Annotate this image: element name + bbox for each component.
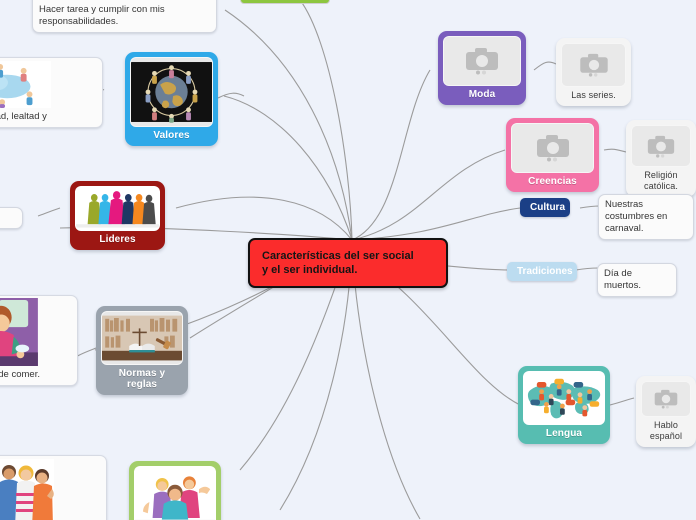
honestidad-image — [0, 61, 52, 108]
moda-image-placeholder — [443, 36, 521, 86]
node-mis[interactable]: mis — [0, 207, 23, 229]
valores-label: Valores — [153, 130, 190, 141]
normas-label: Normas y reglas — [118, 368, 166, 390]
comer-image — [0, 298, 39, 366]
node-valores[interactable]: Valores — [125, 52, 218, 146]
lideres-image — [75, 186, 160, 231]
node-hacer-tarea[interactable]: Hacer tarea y cumplir con mis responsabi… — [32, 0, 217, 33]
normas-image — [101, 311, 183, 365]
moda-label: Moda — [468, 89, 496, 100]
series-image-placeholder — [561, 43, 626, 87]
node-hablo-espanol[interactable]: Hablo español — [636, 376, 696, 447]
root-line-2: y el ser individual. — [262, 264, 358, 276]
node-creencias[interactable]: Creencias — [506, 118, 599, 192]
cultura-label: Cultura — [530, 202, 565, 213]
familia-image — [134, 466, 216, 520]
root-node[interactable]: Características del ser social y el ser … — [248, 238, 448, 288]
node-familia[interactable] — [129, 461, 221, 520]
node-lideres[interactable]: Lideres — [70, 181, 165, 250]
camera-icon — [647, 135, 675, 158]
root-line-1: Características del ser social — [262, 250, 414, 262]
tarea-line-2: responsabilidades. — [39, 16, 119, 27]
tradiciones-label: Tradiciones — [517, 266, 573, 277]
valores-image — [130, 57, 213, 127]
carnaval-line-2: carnaval. — [605, 223, 644, 234]
node-religion[interactable]: Religión católica. — [626, 120, 696, 197]
espanol-label: Hablo español — [649, 420, 683, 441]
camera-icon — [654, 389, 678, 409]
node-amigos[interactable] — [0, 455, 107, 520]
node-las-series[interactable]: Las series. — [556, 38, 631, 106]
mindmap-canvas[interactable]: Características del ser social y el ser … — [0, 0, 696, 520]
node-green-clipped[interactable] — [240, 0, 330, 4]
honestidad-label: onestidad, lealtad y — [0, 111, 47, 122]
node-lengua[interactable]: Lengua — [518, 366, 610, 444]
node-moda[interactable]: Moda — [438, 31, 526, 105]
muertos-label: Día de muertos. — [604, 268, 641, 291]
node-honestidad[interactable]: onestidad, lealtad y — [0, 57, 103, 128]
religion-label: Religión católica. — [644, 170, 678, 191]
node-despues-de-comer[interactable]: espués de comer. — [0, 295, 78, 386]
lengua-label: Lengua — [545, 428, 583, 439]
amigos-image — [0, 459, 54, 520]
camera-icon — [579, 53, 608, 77]
lideres-label: Lideres — [99, 234, 136, 245]
religion-image-placeholder — [631, 125, 691, 167]
lengua-image — [523, 371, 605, 425]
creencias-label: Creencias — [528, 176, 577, 187]
node-normas[interactable]: Normas y reglas — [96, 306, 188, 395]
node-dia-de-muertos[interactable]: Día de muertos. — [597, 263, 677, 297]
node-carnaval[interactable]: Nuestras costumbres en carnaval. — [598, 194, 694, 240]
camera-icon — [466, 48, 498, 75]
tarea-line-1: Hacer tarea y cumplir con mis — [39, 4, 165, 15]
espanol-image-placeholder — [641, 381, 691, 417]
node-tradiciones[interactable]: Tradiciones — [507, 262, 577, 281]
creencias-image-placeholder — [511, 123, 594, 173]
camera-icon — [536, 135, 569, 162]
carnaval-line-1: Nuestras costumbres en — [605, 199, 668, 222]
comer-label: espués de comer. — [0, 369, 40, 380]
series-label: Las series. — [571, 90, 616, 100]
node-cultura[interactable]: Cultura — [520, 198, 570, 217]
